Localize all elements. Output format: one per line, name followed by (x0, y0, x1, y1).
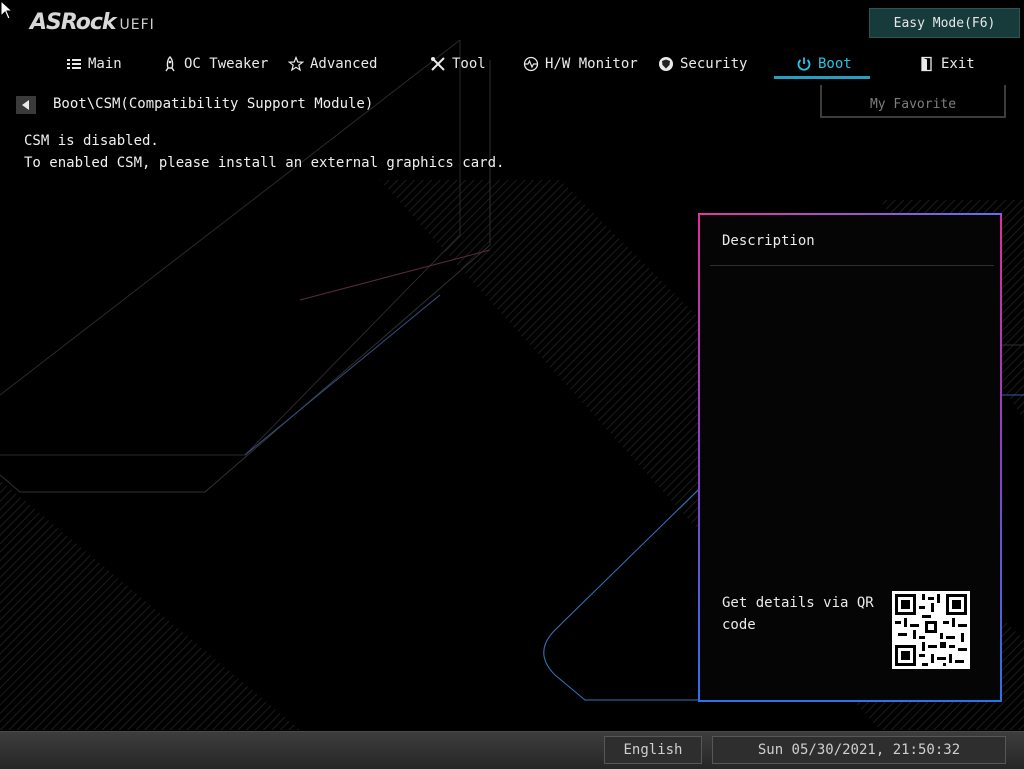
csm-instruction-text: To enabled CSM, please install an extern… (24, 155, 505, 171)
list-icon (67, 59, 81, 69)
tools-icon (431, 57, 445, 71)
tab-exit[interactable]: Exit (919, 50, 975, 78)
panel-top-border (698, 213, 1002, 215)
easy-mode-button[interactable]: Easy Mode(F6) (869, 8, 1020, 38)
qr-caption: Get details via QR code (722, 595, 874, 633)
tab-main-label: Main (88, 56, 122, 72)
qr-code-image (892, 591, 970, 669)
shield-icon (659, 57, 673, 71)
my-favorite-button[interactable]: My Favorite (820, 85, 1006, 118)
active-tab-indicator (774, 76, 870, 79)
logo-text: ASRock (30, 10, 117, 35)
tab-boot[interactable]: Boot (796, 50, 852, 78)
description-panel: Description Get details via QR code (698, 213, 1002, 702)
tab-tool[interactable]: Tool (430, 50, 486, 78)
power-icon (797, 57, 811, 71)
logo-subtext: UEFI (119, 17, 155, 33)
tab-oc-tweaker[interactable]: OC Tweaker (162, 50, 268, 78)
back-button[interactable] (16, 96, 36, 114)
tab-tool-label: Tool (452, 56, 486, 72)
tab-security-label: Security (680, 56, 748, 72)
tab-hw-monitor[interactable]: H/W Monitor (523, 50, 638, 78)
monitor-icon (523, 56, 539, 72)
tab-oc-tweaker-label: OC Tweaker (184, 56, 269, 72)
rocket-icon (165, 56, 175, 72)
asrock-logo: ASRock UEFI (30, 10, 155, 36)
tab-security[interactable]: Security (658, 50, 747, 78)
description-title: Description (722, 233, 815, 249)
tab-hw-monitor-label: H/W Monitor (545, 56, 638, 72)
tab-boot-label: Boot (818, 56, 852, 72)
mouse-cursor-icon (0, 0, 12, 20)
tab-main[interactable]: Main (66, 50, 122, 78)
exit-icon (921, 56, 932, 72)
datetime-display: Sun 05/30/2021, 21:50:32 (712, 736, 1006, 764)
star-icon (288, 56, 304, 72)
description-divider (710, 265, 994, 266)
tab-exit-label: Exit (941, 56, 975, 72)
chevron-left-icon (22, 100, 29, 110)
csm-status-text: CSM is disabled. (24, 133, 159, 149)
language-button[interactable]: English (604, 736, 702, 764)
tab-advanced[interactable]: Advanced (288, 50, 377, 78)
qr-code-icon (892, 591, 970, 669)
breadcrumb: Boot\CSM(Compatibility Support Module) (53, 96, 374, 112)
tab-advanced-label: Advanced (310, 56, 378, 72)
